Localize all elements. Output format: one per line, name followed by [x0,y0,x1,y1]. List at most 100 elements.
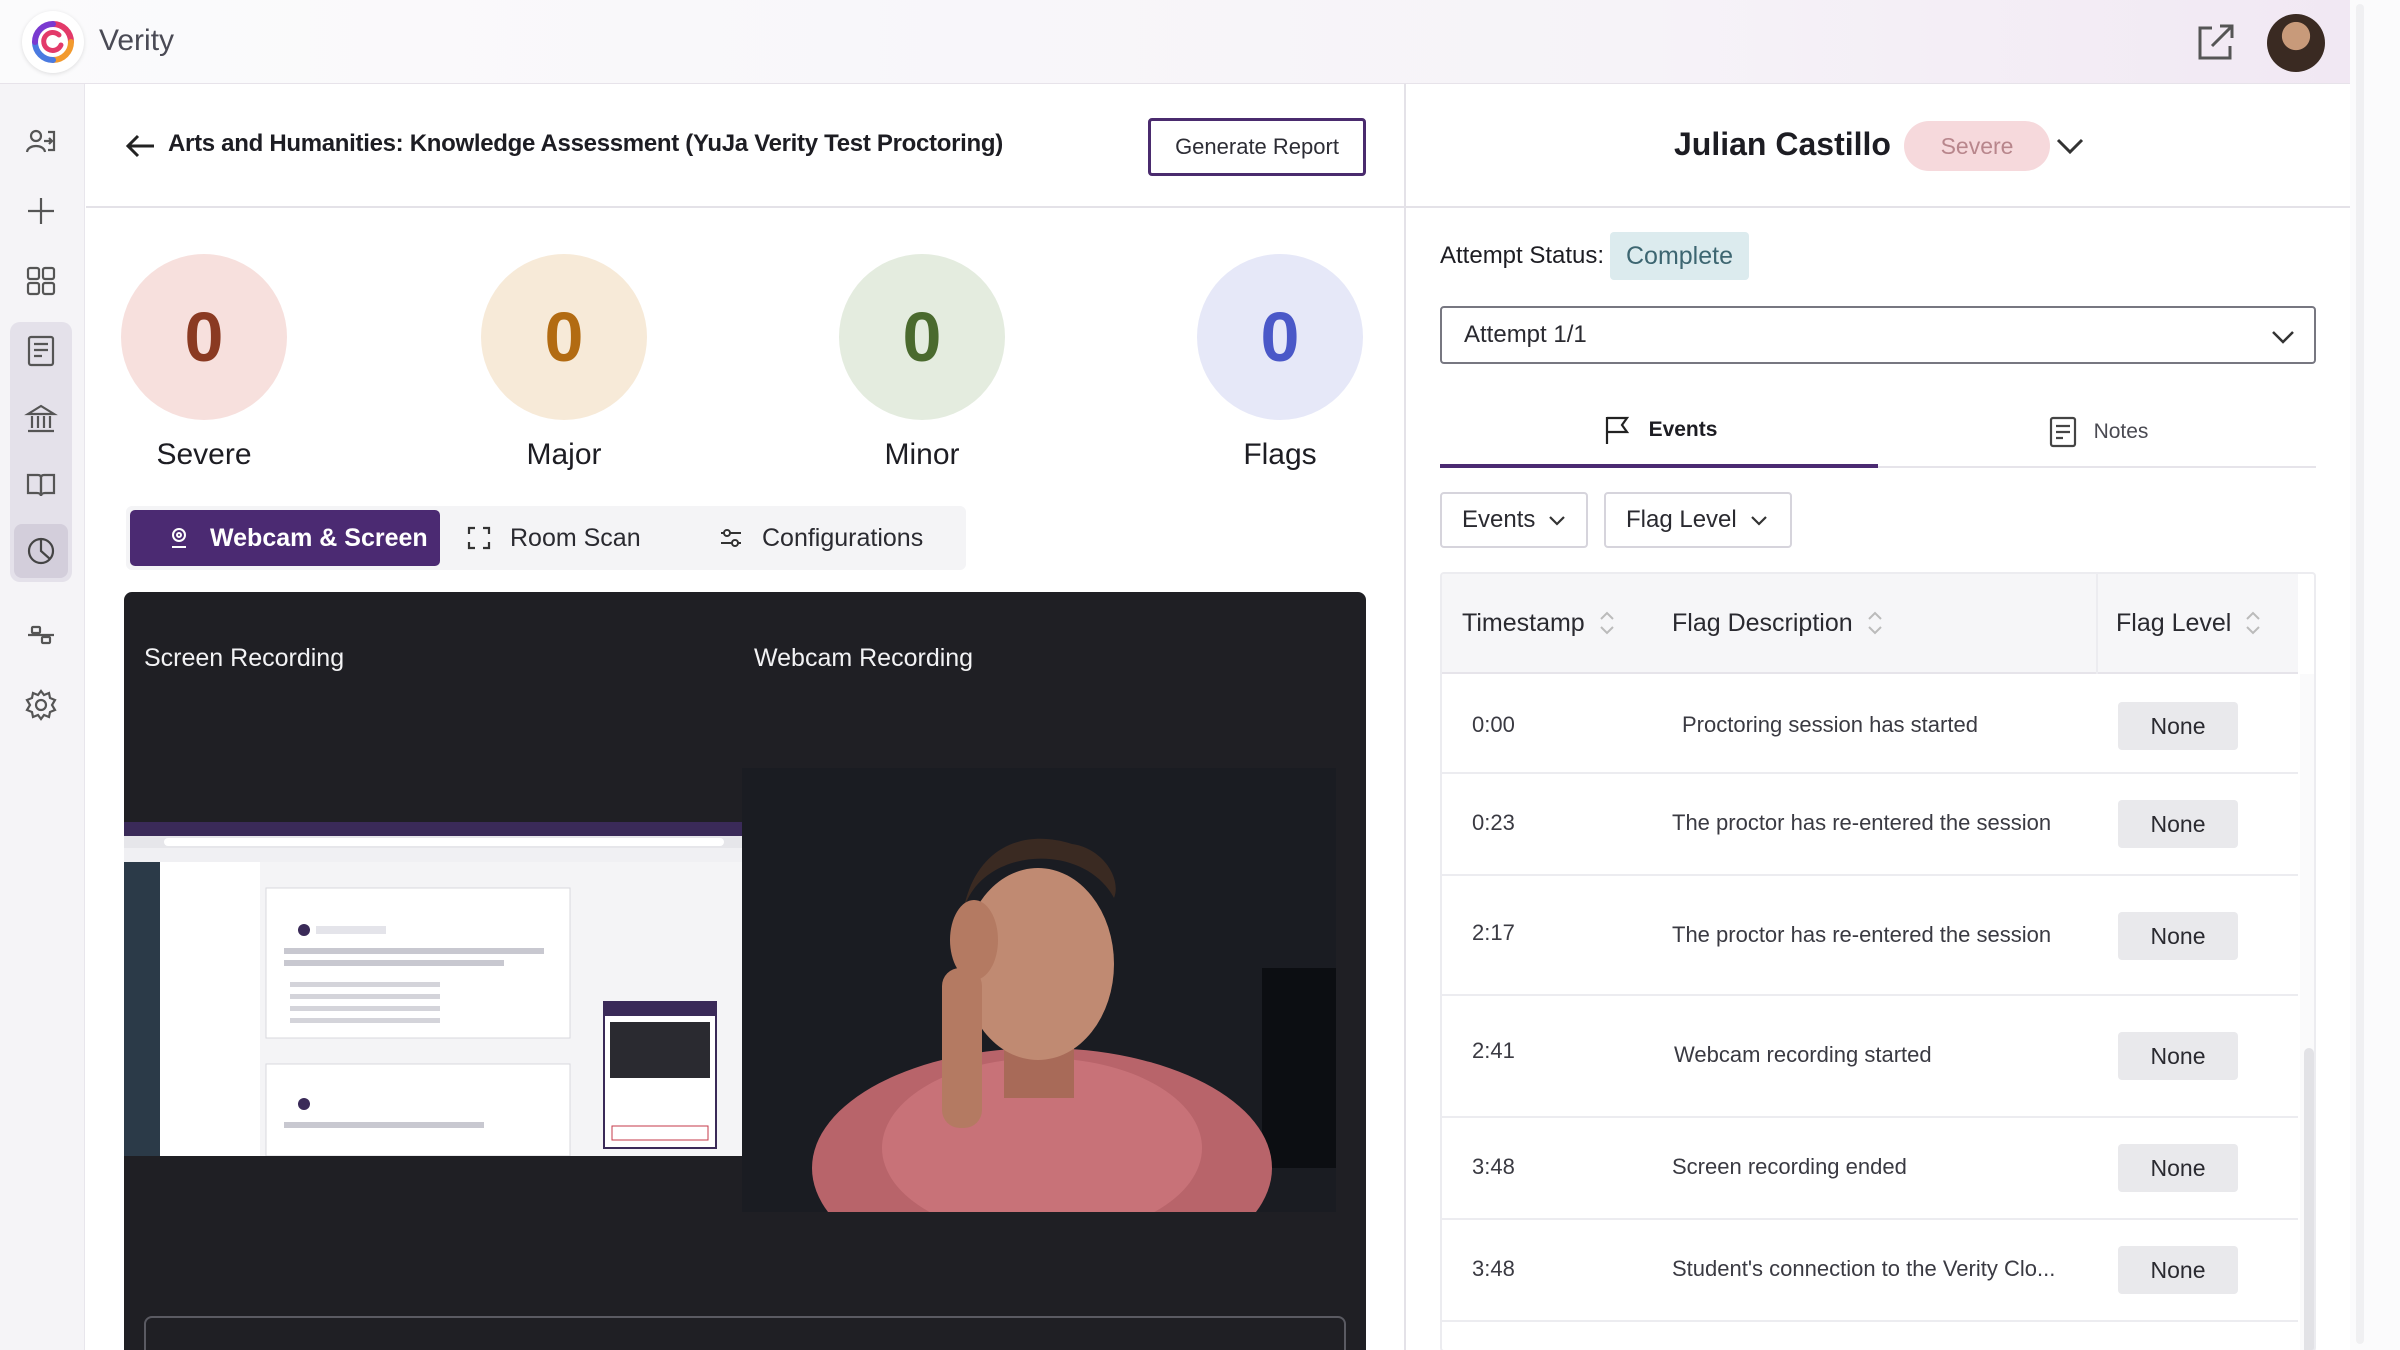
attempt-status-badge: Complete [1610,232,1749,280]
settings-icon[interactable] [14,678,68,732]
report-icon[interactable] [14,324,68,378]
row-description: The proctor has re-entered the session [1672,810,2052,835]
col-timestamp-label: Timestamp [1462,608,1585,637]
external-link-icon[interactable] [2194,20,2238,64]
plus-icon[interactable] [14,184,68,238]
row-flag-level[interactable]: None [2118,1144,2238,1192]
institution-icon[interactable] [14,392,68,446]
row-flag-level[interactable]: None [2118,1246,2238,1294]
col-flag-level-label: Flag Level [2116,608,2232,637]
attempt-select[interactable]: Attempt 1/1 [1440,306,2316,364]
webcam-frame [742,768,1336,1212]
student-panel: Julian Castillo Severe Attempt Status: C… [1406,84,2350,1350]
table-row[interactable]: 3:48 Student's connection to the Verity … [1442,1220,2298,1322]
table-row[interactable]: 2:17 The proctor has re-entered the sess… [1442,876,2298,996]
chevron-down-icon [1549,516,1566,526]
top-bar: Verity [0,0,2350,84]
attempt-status-label: Attempt Status: [1440,242,1605,269]
flag-level-filter-label: Flag Level [1626,506,1737,533]
tab-configurations-label: Configurations [762,523,924,552]
stat-flags-count: 0 [1197,254,1363,420]
row-flag-level[interactable]: None [2118,1032,2238,1080]
tab-notes[interactable]: Notes [1878,396,2316,468]
row-flag-level[interactable]: None [2118,800,2238,848]
verity-logo-icon [32,21,74,63]
col-flag-description[interactable]: Flag Description [1672,608,1885,638]
row-description: Webcam recording started [1674,1042,1932,1067]
sort-icon [2246,611,2261,635]
stat-major-count: 0 [481,254,647,420]
row-timestamp: 2:41 [1472,1038,1515,1063]
col-timestamp[interactable]: Timestamp [1462,608,1617,638]
row-timestamp: 3:48 [1472,1256,1515,1281]
webcam-recording-label: Webcam Recording [754,644,974,672]
book-icon[interactable] [14,458,68,512]
row-flag-level[interactable]: None [2118,702,2238,750]
tab-events[interactable]: Events [1440,396,1878,468]
page-header: Arts and Humanities: Knowledge Assessmen… [86,84,1404,208]
main-content: Arts and Humanities: Knowledge Assessmen… [86,84,1404,1350]
chevron-down-icon [1750,516,1767,526]
screen-recording-frame [124,822,746,1156]
row-timestamp: 0:23 [1472,810,1515,835]
events-table-header: Timestamp Flag Description Flag Level [1442,574,2298,674]
recording-player: Screen Recording Webcam Recording [124,592,1366,1350]
stat-minor-count: 0 [839,254,1005,420]
tab-notes-label: Notes [2093,420,2149,443]
tab-configurations[interactable]: Configurations [718,510,958,566]
stat-severe-label: Severe [156,438,252,471]
stat-major: 0 Major [474,254,654,472]
stat-flags: 0 Flags [1190,254,1370,472]
tab-webcam-screen[interactable]: Webcam & Screen [130,510,440,566]
events-table: Timestamp Flag Description Flag Level 0:… [1440,572,2316,1350]
chevron-down-icon[interactable] [2050,126,2090,166]
col-flag-description-label: Flag Description [1672,608,1853,637]
tab-room-scan[interactable]: Room Scan [466,510,666,566]
row-description: The proctor has re-entered the session [1672,922,2052,947]
table-row[interactable]: 3:48 Screen recording ended None [1442,1118,2298,1220]
table-row[interactable]: 2:41 Webcam recording started None [1442,996,2298,1118]
header-divider [2096,574,2098,674]
col-flag-level[interactable]: Flag Level [2116,608,2263,638]
playback-controls[interactable] [144,1316,1346,1350]
chevron-down-icon [2272,331,2294,344]
verity-logo[interactable] [22,11,84,73]
row-timestamp: 0:00 [1472,712,1515,737]
stat-minor: 0 Minor [832,254,1012,472]
sort-icon [1867,611,1882,635]
notes-icon [2049,416,2076,448]
events-filter-label: Events [1462,506,1536,533]
table-row[interactable]: 0:23 The proctor has re-entered the sess… [1442,774,2298,876]
sign-in-icon[interactable] [14,114,68,168]
flag-level-filter[interactable]: Flag Level [1604,492,1792,548]
recording-tabs: Webcam & Screen Room Scan Configurations [126,506,966,570]
app-name: Verity [99,24,175,57]
severity-badge: Severe [1904,121,2050,171]
row-description: Proctoring session has started [1682,712,1978,737]
generate-report-button[interactable]: Generate Report [1148,118,1366,176]
table-scrollbar-thumb[interactable] [2304,1048,2314,1350]
integration-icon[interactable] [14,608,68,662]
row-timestamp: 2:17 [1472,920,1515,945]
user-avatar[interactable] [2267,14,2325,72]
window-scrollbar-thumb[interactable] [2356,4,2364,1344]
tab-events-label: Events [1648,418,1718,441]
stat-major-label: Major [526,438,602,471]
stat-severe-count: 0 [121,254,287,420]
row-description: Screen recording ended [1672,1154,1907,1179]
screen-recording-label: Screen Recording [144,644,345,672]
row-flag-level[interactable]: None [2118,912,2238,960]
webcam-icon [172,528,186,548]
row-timestamp: 3:48 [1472,1154,1515,1179]
table-row[interactable]: 0:00 Proctoring session has started None [1442,674,2298,774]
back-arrow-icon[interactable] [120,126,160,166]
analytics-icon[interactable] [14,524,68,578]
sort-icon [1600,611,1614,635]
grid-icon[interactable] [14,254,68,308]
screen-recording-video[interactable] [124,822,746,1156]
stat-flags-label: Flags [1243,438,1317,471]
app-window: Verity Arts and Humanities: Knowledge As… [0,0,2400,1350]
sliders-icon [721,529,741,547]
webcam-recording-video[interactable] [742,768,1336,1212]
events-filter[interactable]: Events [1440,492,1588,548]
